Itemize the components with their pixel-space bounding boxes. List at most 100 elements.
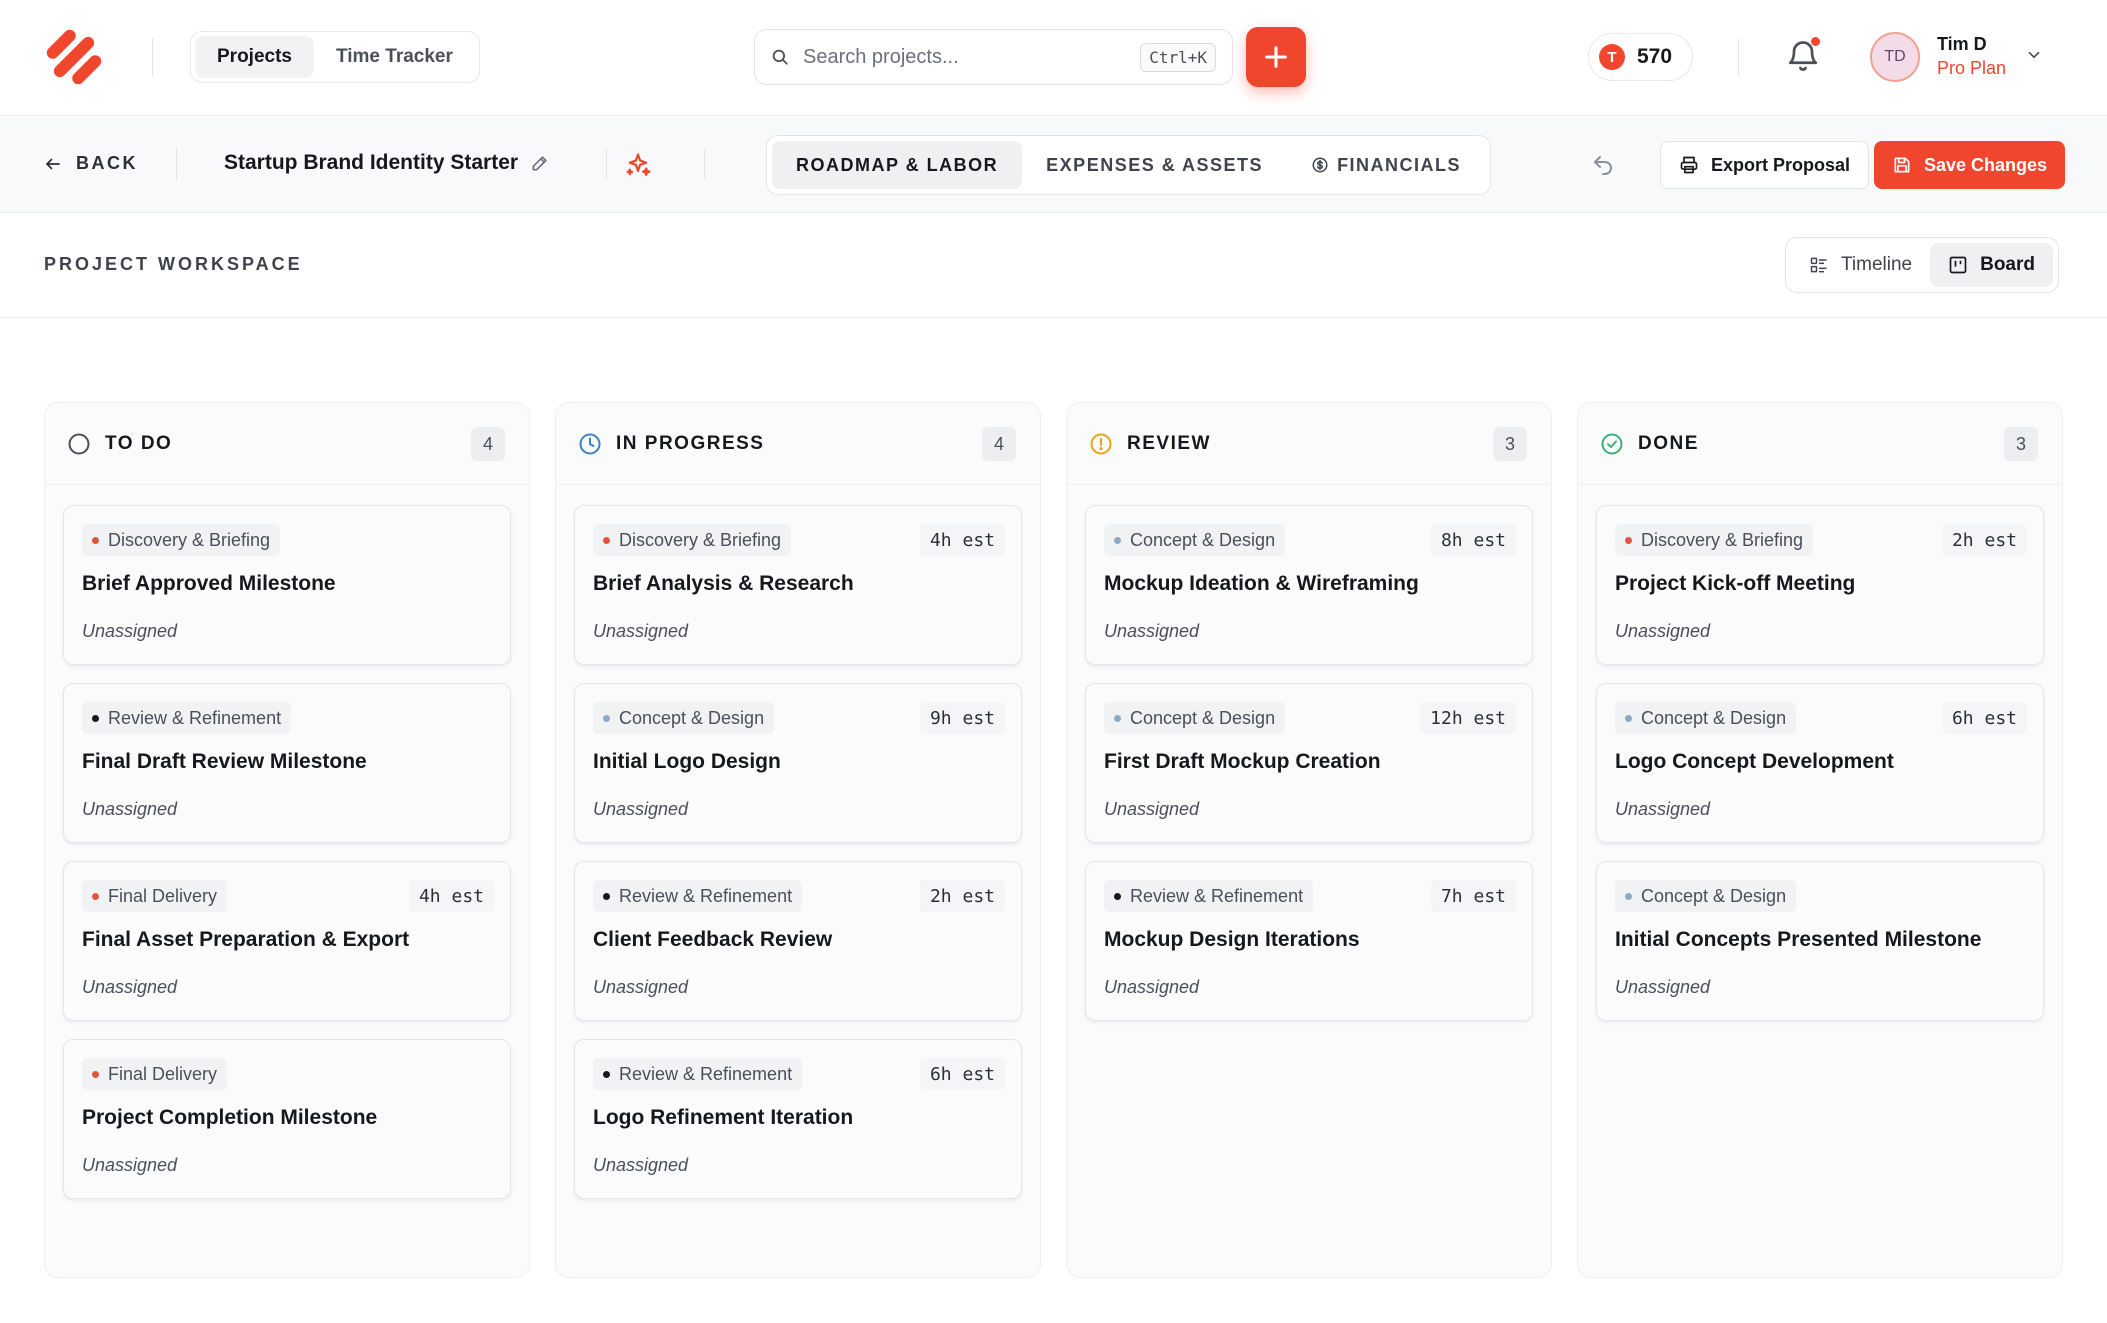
tab-financials[interactable]: FINANCIALS — [1287, 141, 1485, 189]
workspace-title: PROJECT WORKSPACE — [44, 254, 303, 274]
search-icon — [772, 49, 788, 65]
pencil-edit-icon[interactable] — [530, 153, 550, 173]
divider — [176, 147, 177, 181]
phase-color-dot — [92, 714, 99, 722]
create-new-button[interactable] — [1246, 27, 1306, 87]
phase-color-dot — [1114, 892, 1121, 900]
phase-tag: Concept & Design — [1104, 702, 1286, 734]
phase-tag-label: Review & Refinement — [1130, 885, 1304, 906]
task-card[interactable]: Final Delivery Project Completion Milesto… — [63, 1039, 511, 1199]
phase-tag: Final Delivery — [82, 1058, 228, 1090]
task-title: Initial Logo Design — [593, 750, 781, 773]
avatar[interactable]: TD — [1870, 32, 1920, 82]
back-button[interactable]: BACK — [44, 153, 138, 174]
tab-expenses-assets[interactable]: EXPENSES & ASSETS — [1022, 141, 1287, 189]
task-card[interactable]: Concept & Design 6h est Logo Concept Devel… — [1596, 683, 2044, 843]
task-card[interactable]: Concept & Design 12h est First Draft Mocku… — [1085, 683, 1533, 843]
task-assignee[interactable]: Unassigned — [1615, 977, 1710, 998]
task-card[interactable]: Review & Refinement Final Draft Review Mi… — [63, 683, 511, 843]
undo-icon[interactable] — [1591, 153, 1615, 177]
tab-roadmap-labor[interactable]: ROADMAP & LABOR — [772, 141, 1023, 189]
column-cards: Concept & Design 8h est Mockup Ideation & … — [1067, 485, 1551, 1021]
column-cards: Discovery & Briefing Brief Approved Miles… — [45, 485, 529, 1199]
task-card[interactable]: Concept & Design 9h est Initial Logo Desig… — [574, 683, 1022, 843]
phase-tag: Review & Refinement — [82, 702, 292, 734]
task-title: Mockup Design Iterations — [1104, 928, 1360, 951]
task-card[interactable]: Review & Refinement 7h est Mockup Design I… — [1085, 861, 1533, 1021]
top-bar: Projects Time Tracker Ctrl+K T 570 TD Ti… — [0, 0, 2107, 116]
plus-icon — [1265, 46, 1287, 68]
task-assignee[interactable]: Unassigned — [1615, 621, 1710, 642]
column-header: REVIEW 3 — [1067, 403, 1551, 485]
view-board-button[interactable]: Board — [1930, 243, 2053, 287]
project-toolbar: BACK Startup Brand Identity Starter ROAD… — [0, 117, 2107, 213]
search-input[interactable] — [803, 45, 1141, 69]
export-proposal-button[interactable]: Export Proposal — [1660, 141, 1870, 189]
task-assignee[interactable]: Unassigned — [593, 977, 688, 998]
task-assignee[interactable]: Unassigned — [82, 1155, 177, 1176]
task-assignee[interactable]: Unassigned — [82, 621, 177, 642]
phase-color-dot — [1625, 536, 1632, 544]
save-changes-label: Save Changes — [1924, 154, 2048, 175]
task-title: Brief Analysis & Research — [593, 572, 854, 595]
task-assignee[interactable]: Unassigned — [82, 799, 177, 820]
app-logo-icon[interactable] — [42, 25, 106, 89]
board-column: IN PROGRESS 4 Discovery & Briefing 4h est Br… — [555, 402, 1041, 1278]
ai-sparkle-icon[interactable] — [624, 151, 652, 179]
time-estimate-badge: 4h est — [919, 524, 1005, 556]
task-assignee[interactable]: Unassigned — [593, 621, 688, 642]
phase-tag-label: Concept & Design — [1130, 707, 1276, 728]
alert-circle-icon — [1089, 432, 1113, 456]
task-assignee[interactable]: Unassigned — [82, 977, 177, 998]
column-title: IN PROGRESS — [616, 432, 765, 454]
phase-tag: Concept & Design — [1104, 524, 1286, 556]
task-assignee[interactable]: Unassigned — [593, 799, 688, 820]
token-coin-icon: T — [1599, 44, 1625, 70]
column-count-badge: 3 — [1493, 427, 1527, 461]
task-title: Final Asset Preparation & Export — [82, 928, 410, 951]
column-count-badge: 4 — [471, 427, 505, 461]
task-title: Project Kick-off Meeting — [1615, 572, 1856, 595]
nav-projects[interactable]: Projects — [195, 36, 314, 78]
view-toggle: Timeline Board — [1785, 237, 2059, 293]
phase-tag-label: Review & Refinement — [108, 707, 282, 728]
clock-icon — [578, 432, 602, 456]
task-assignee[interactable]: Unassigned — [1104, 799, 1199, 820]
task-card[interactable]: Concept & Design Initial Concepts Present… — [1596, 861, 2044, 1021]
task-assignee[interactable]: Unassigned — [593, 1155, 688, 1176]
time-estimate-badge: 2h est — [1941, 524, 2027, 556]
time-estimate-badge: 8h est — [1430, 524, 1516, 556]
column-title: TO DO — [105, 432, 173, 454]
divider — [152, 38, 153, 76]
arrow-left-icon — [46, 158, 60, 169]
chevron-down-icon[interactable] — [2025, 46, 2043, 64]
task-card[interactable]: Review & Refinement 2h est Client Feedback… — [574, 861, 1022, 1021]
column-header: IN PROGRESS 4 — [556, 403, 1040, 485]
task-card[interactable]: Discovery & Briefing 4h est Brief Analysis… — [574, 505, 1022, 665]
nav-time-tracker[interactable]: Time Tracker — [314, 36, 475, 78]
task-title: Logo Refinement Iteration — [593, 1106, 854, 1129]
view-timeline-label: Timeline — [1841, 254, 1913, 275]
task-assignee[interactable]: Unassigned — [1104, 621, 1199, 642]
phase-tag: Review & Refinement — [1104, 880, 1314, 912]
column-cards: Discovery & Briefing 4h est Brief Analysis… — [556, 485, 1040, 1199]
kanban-board-icon — [1949, 256, 1967, 274]
task-card[interactable]: Discovery & Briefing Brief Approved Miles… — [63, 505, 511, 665]
credits-badge[interactable]: T 570 — [1588, 33, 1694, 81]
task-assignee[interactable]: Unassigned — [1104, 977, 1199, 998]
task-card[interactable]: Concept & Design 8h est Mockup Ideation & … — [1085, 505, 1533, 665]
task-title: Brief Approved Milestone — [82, 572, 336, 595]
task-card[interactable]: Review & Refinement 6h est Logo Refinement… — [574, 1039, 1022, 1199]
phase-tag-label: Concept & Design — [1641, 885, 1787, 906]
task-card[interactable]: Discovery & Briefing 2h est Project Kick-o… — [1596, 505, 2044, 665]
time-estimate-badge: 6h est — [1941, 702, 2027, 734]
task-card[interactable]: Final Delivery 4h est Final Asset Preparat… — [63, 861, 511, 1021]
printer-icon — [1680, 156, 1698, 174]
project-tabs: ROADMAP & LABOR EXPENSES & ASSETS FINANC… — [766, 135, 1492, 195]
board-column: TO DO 4 Discovery & Briefing Brief Approved… — [44, 402, 530, 1278]
time-estimate-badge: 9h est — [919, 702, 1005, 734]
column-header: TO DO 4 — [45, 403, 529, 485]
save-changes-button[interactable]: Save Changes — [1874, 141, 2066, 189]
view-timeline-button[interactable]: Timeline — [1791, 243, 1930, 287]
task-assignee[interactable]: Unassigned — [1615, 799, 1710, 820]
